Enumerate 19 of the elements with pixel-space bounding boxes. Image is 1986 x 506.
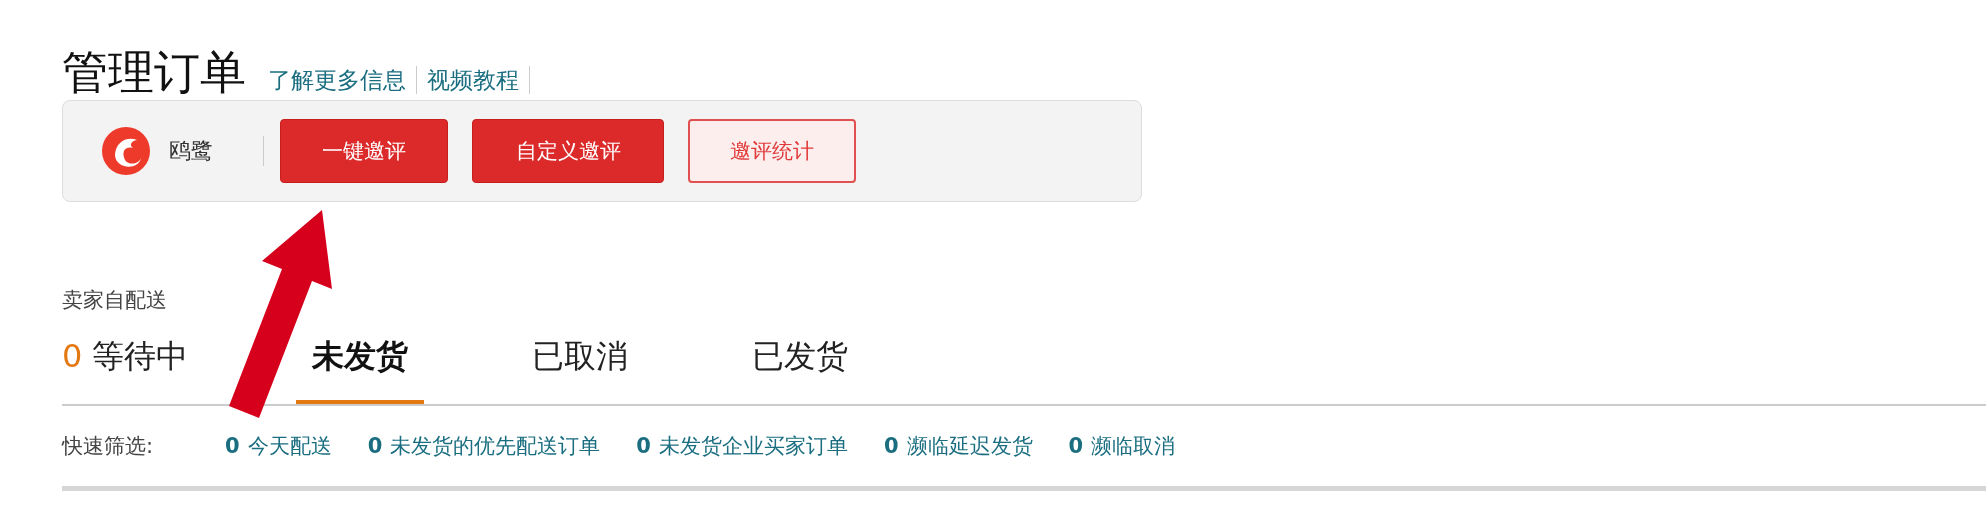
help-link[interactable]: 了解更多信息 xyxy=(268,66,417,94)
order-tab[interactable]: 0 等待中 xyxy=(62,328,205,404)
review-button[interactable]: 一键邀评 xyxy=(280,119,448,183)
order-tab[interactable]: 已取消 xyxy=(516,328,645,404)
filter-link[interactable]: 0 未发货企业买家订单 xyxy=(636,432,848,460)
bird-logo-icon xyxy=(101,126,151,176)
review-button[interactable]: 自定义邀评 xyxy=(472,119,664,183)
filter-link[interactable]: 0 今天配送 xyxy=(225,432,332,460)
order-tab[interactable]: 未发货 xyxy=(296,328,425,404)
order-tab[interactable]: 已发货 xyxy=(736,328,865,404)
filter-link[interactable]: 0 濒临延迟发货 xyxy=(883,432,1033,460)
brand-name: 鸥鹭 xyxy=(169,137,213,165)
help-link[interactable]: 视频教程 xyxy=(427,66,530,94)
filter-label: 快速筛选: xyxy=(62,433,154,460)
review-button[interactable]: 邀评统计 xyxy=(688,119,856,183)
filter-link[interactable]: 0 濒临取消 xyxy=(1068,432,1176,460)
page-title: 管理订单 xyxy=(62,44,246,100)
section-label: 卖家自配送 xyxy=(62,287,167,314)
filter-link[interactable]: 0 未发货的优先配送订单 xyxy=(367,432,601,460)
